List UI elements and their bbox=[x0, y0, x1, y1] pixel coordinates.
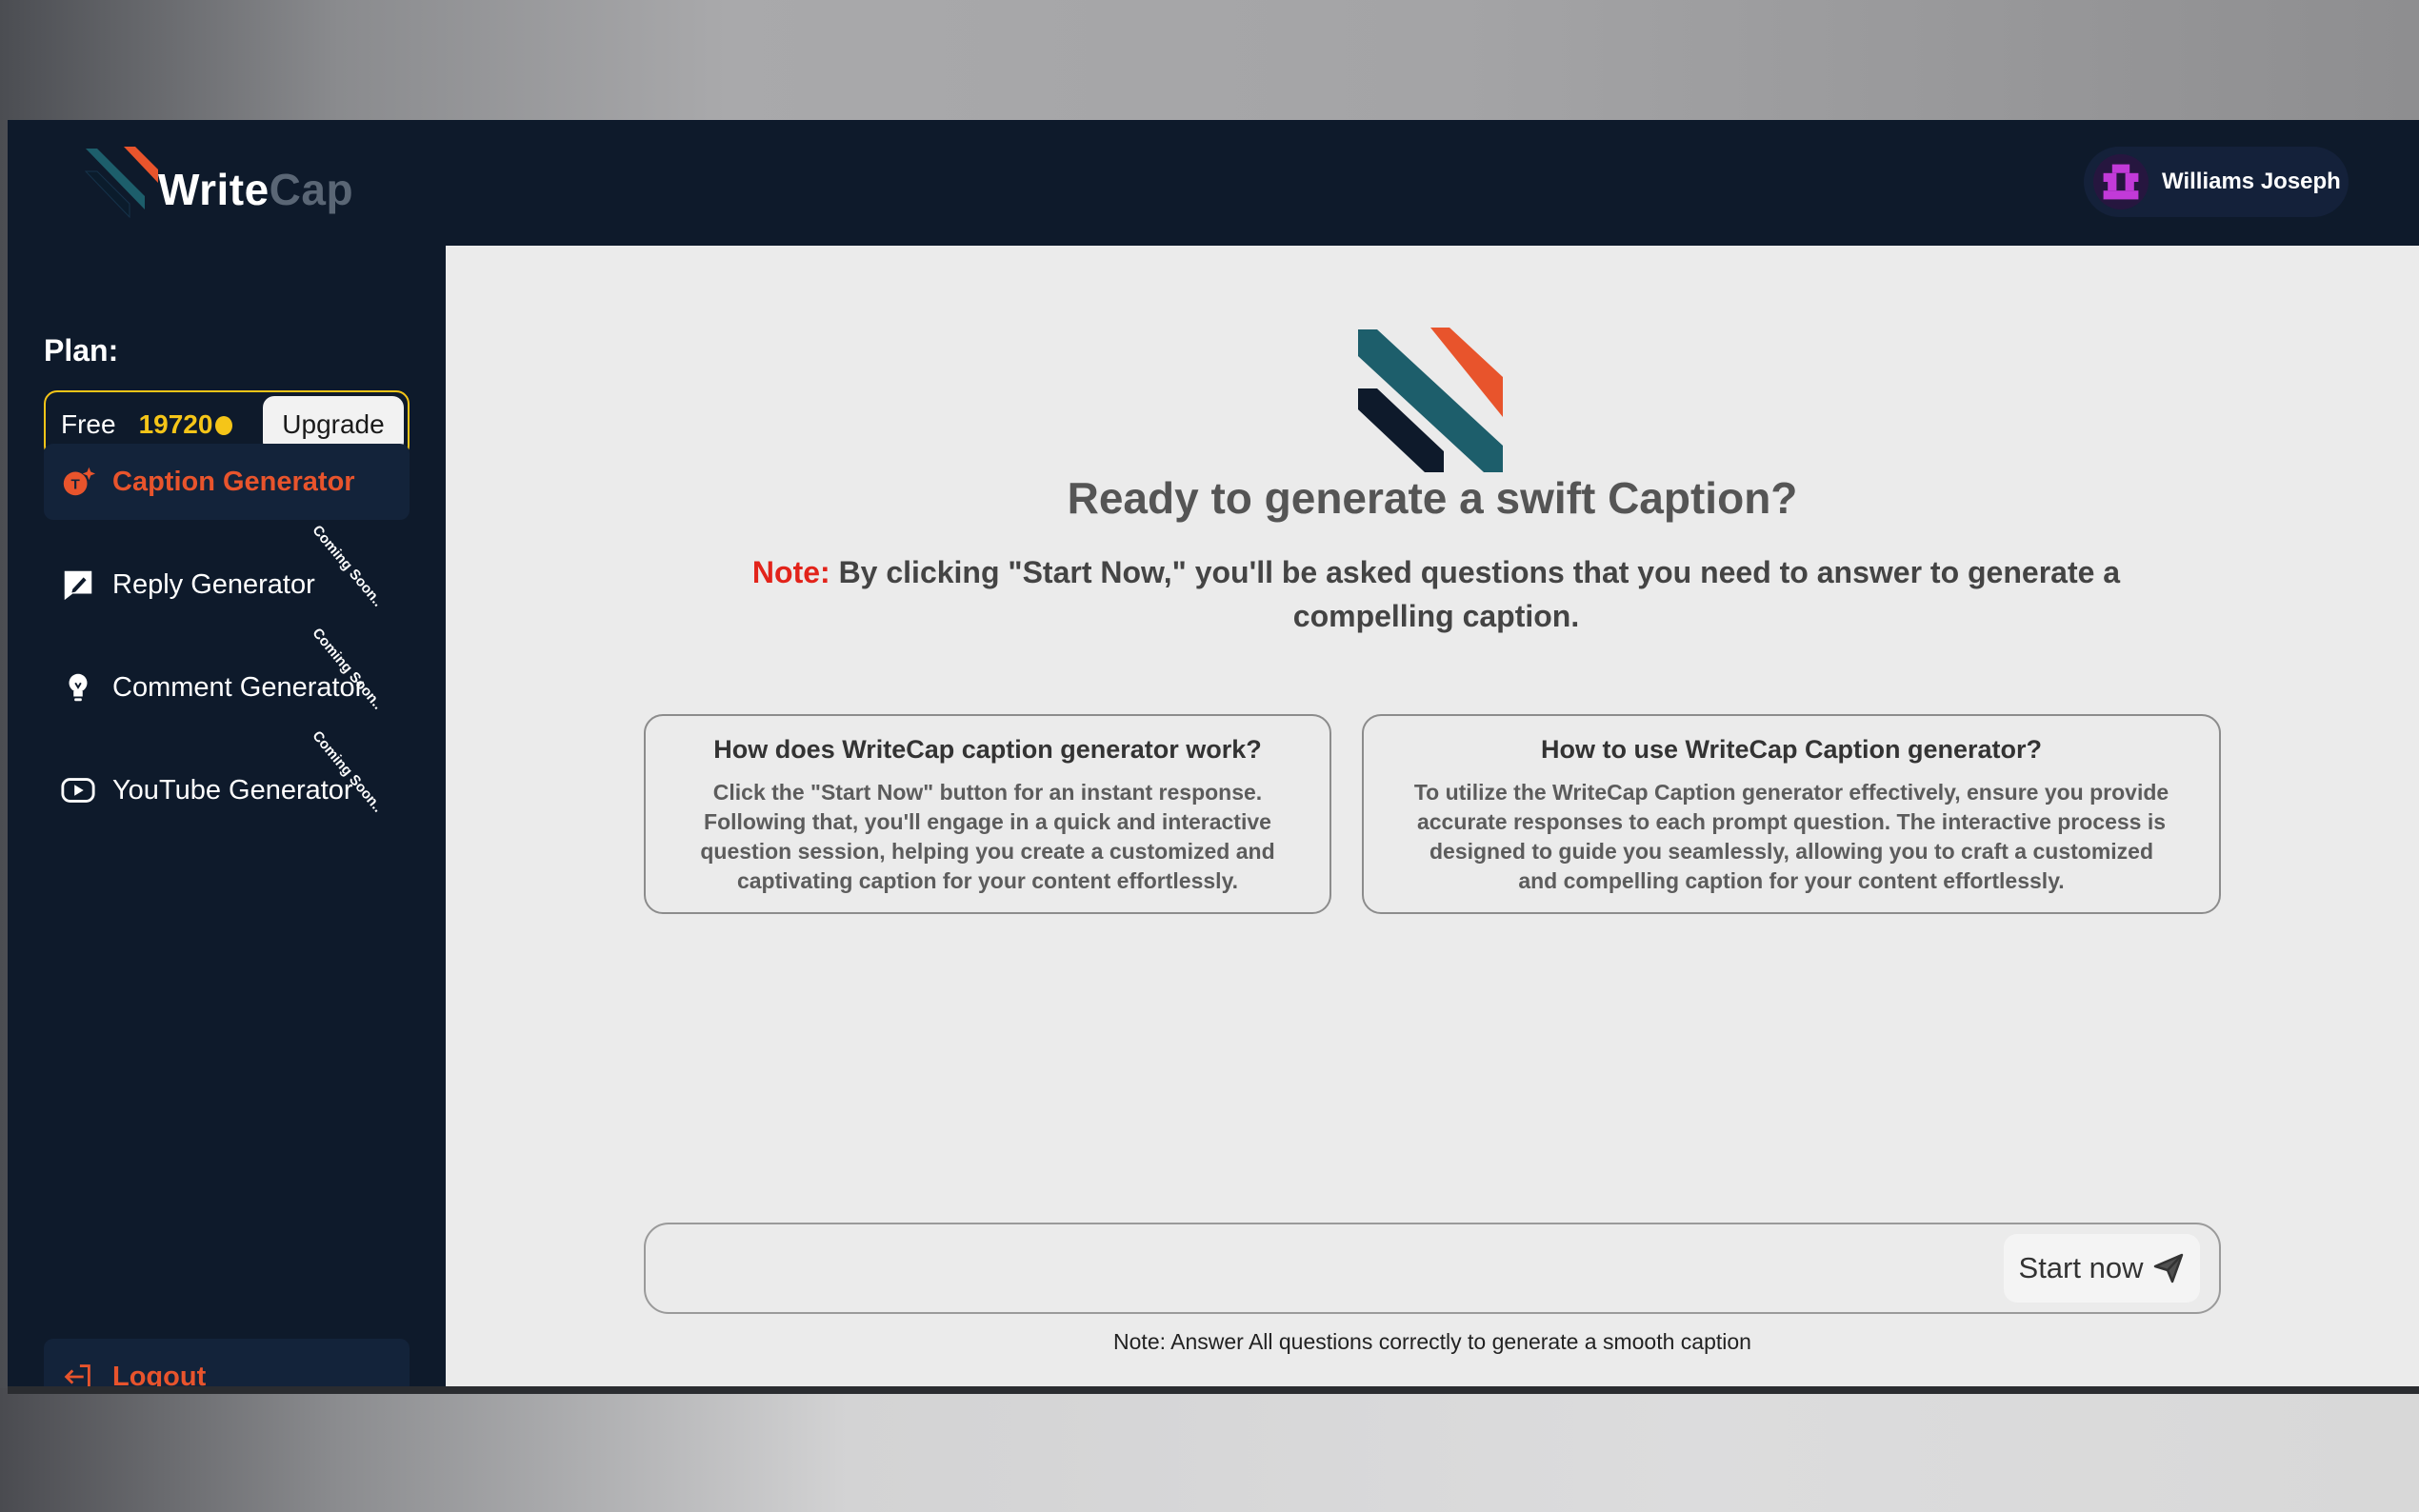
page-title: Ready to generate a swift Caption? bbox=[1067, 473, 1798, 523]
info-card-how-it-works: How does WriteCap caption generator work… bbox=[644, 714, 1331, 914]
start-now-label: Start now bbox=[2018, 1251, 2144, 1284]
note-label: Note: bbox=[751, 555, 830, 589]
brand-name-cap: Cap bbox=[269, 165, 354, 214]
start-note: Note: By clicking "Start Now," you'll be… bbox=[674, 550, 2198, 638]
coin-icon bbox=[215, 416, 233, 435]
reply-edit-icon bbox=[59, 566, 97, 604]
main-panel: Ready to generate a swift Caption? Note:… bbox=[446, 246, 2419, 1386]
plan-credits: 19720 bbox=[139, 409, 233, 440]
bottom-note: Note: Answer All questions correctly to … bbox=[1113, 1329, 1751, 1354]
card-body: To utilize the WriteCap Caption generato… bbox=[1413, 780, 2169, 893]
send-icon bbox=[2154, 1253, 2184, 1283]
brand-name: WriteCap bbox=[158, 164, 353, 215]
sidebar-item-youtube-generator[interactable]: YouTube Generator Coming Soon.. bbox=[44, 728, 410, 828]
logout-icon bbox=[59, 1358, 97, 1386]
info-card-how-to-use: How to use WriteCap Caption generator? T… bbox=[1362, 714, 2221, 914]
credits-value: 19720 bbox=[138, 409, 213, 439]
user-profile-chip[interactable]: Williams Joseph bbox=[2084, 147, 2349, 217]
answer-input[interactable] bbox=[665, 1238, 1983, 1301]
sidebar-item-label: Comment Generator bbox=[112, 671, 365, 703]
youtube-icon bbox=[59, 771, 97, 809]
note-text: By clicking "Start Now," you'll be asked… bbox=[830, 555, 2121, 633]
pixel-avatar-icon bbox=[2103, 164, 2139, 200]
sidebar-item-label: YouTube Generator bbox=[112, 774, 353, 806]
sidebar-item-reply-generator[interactable]: Reply Generator Coming Soon.. bbox=[44, 523, 410, 623]
sidebar: Plan: Free 19720 Upgrade T Caption Gener… bbox=[8, 246, 446, 1386]
logout-label: Logout bbox=[112, 1361, 207, 1392]
brand-name-write: Write bbox=[158, 165, 270, 214]
writecap-hero-logo-icon bbox=[1358, 328, 1503, 472]
start-now-button[interactable]: Start now bbox=[2004, 1234, 2200, 1303]
plan-name: Free bbox=[61, 409, 116, 439]
brand-logo[interactable]: WriteCap bbox=[80, 145, 353, 221]
lightbulb-icon bbox=[59, 668, 97, 706]
caption-ai-icon: T bbox=[59, 463, 97, 501]
user-name: Williams Joseph bbox=[2162, 169, 2341, 194]
sidebar-item-comment-generator[interactable]: Comment Generator Coming Soon.. bbox=[44, 626, 410, 726]
card-title: How to use WriteCap Caption generator? bbox=[1540, 735, 2043, 764]
coming-soon-badge: Coming Soon.. bbox=[309, 522, 387, 610]
logout-button[interactable]: Logout bbox=[44, 1339, 410, 1392]
answer-input-bar: Start now bbox=[644, 1223, 2221, 1314]
card-body: Click the "Start Now" button for an inst… bbox=[700, 780, 1275, 893]
sidebar-item-caption-generator[interactable]: T Caption Generator bbox=[44, 444, 410, 520]
svg-text:T: T bbox=[71, 477, 81, 493]
background-band bbox=[0, 1388, 2419, 1512]
sidebar-item-label: Caption Generator bbox=[112, 466, 355, 497]
plan-label: Plan: bbox=[44, 333, 119, 368]
card-title: How does WriteCap caption generator work… bbox=[713, 735, 1262, 764]
top-bar: WriteCap Williams Joseph bbox=[8, 120, 2419, 246]
avatar bbox=[2093, 154, 2149, 209]
sidebar-item-label: Reply Generator bbox=[112, 568, 315, 600]
app-window: WriteCap Williams Joseph Plan: Free 1972… bbox=[8, 120, 2419, 1394]
writecap-logo-icon bbox=[84, 147, 158, 219]
